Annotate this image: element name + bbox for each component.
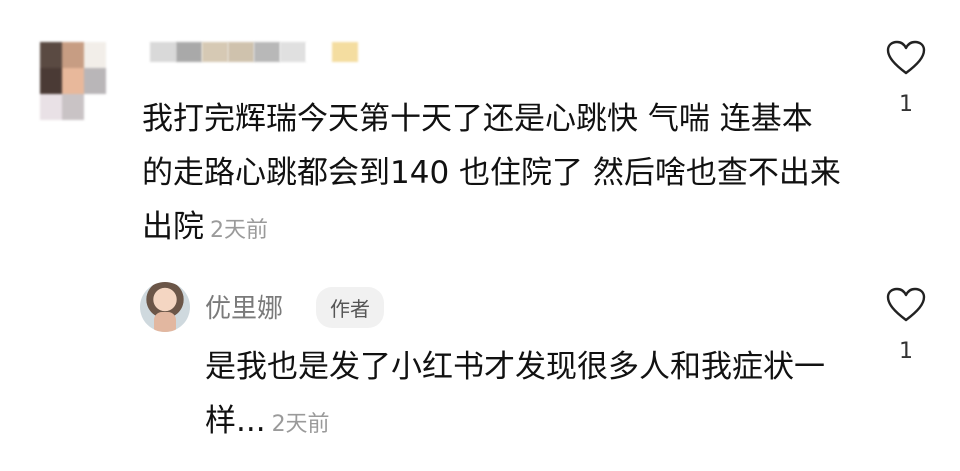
reply-username[interactable]: 优里娜	[205, 288, 283, 325]
reply-like-button[interactable]: 1	[876, 287, 936, 364]
username-obscured[interactable]	[150, 42, 358, 64]
comment-time: 2天前	[210, 218, 268, 243]
comment-like-count: 1	[899, 92, 913, 117]
comment-body: 我打完辉瑞今天第十天了还是心跳快 气喘 连基本的走路心跳都会到140 也住院了 …	[142, 92, 842, 258]
comment-like-button[interactable]: 1	[876, 40, 936, 117]
reply-avatar[interactable]	[140, 282, 190, 332]
heart-outline-icon[interactable]	[886, 287, 926, 323]
reply-body: 是我也是发了小红书才发现很多人和我症状一样... 2天前	[205, 340, 845, 452]
reply-like-count: 1	[899, 339, 913, 364]
heart-outline-icon[interactable]	[886, 40, 926, 76]
author-badge: 作者	[316, 287, 384, 328]
reply-time: 2天前	[271, 412, 330, 437]
avatar[interactable]	[40, 42, 106, 120]
